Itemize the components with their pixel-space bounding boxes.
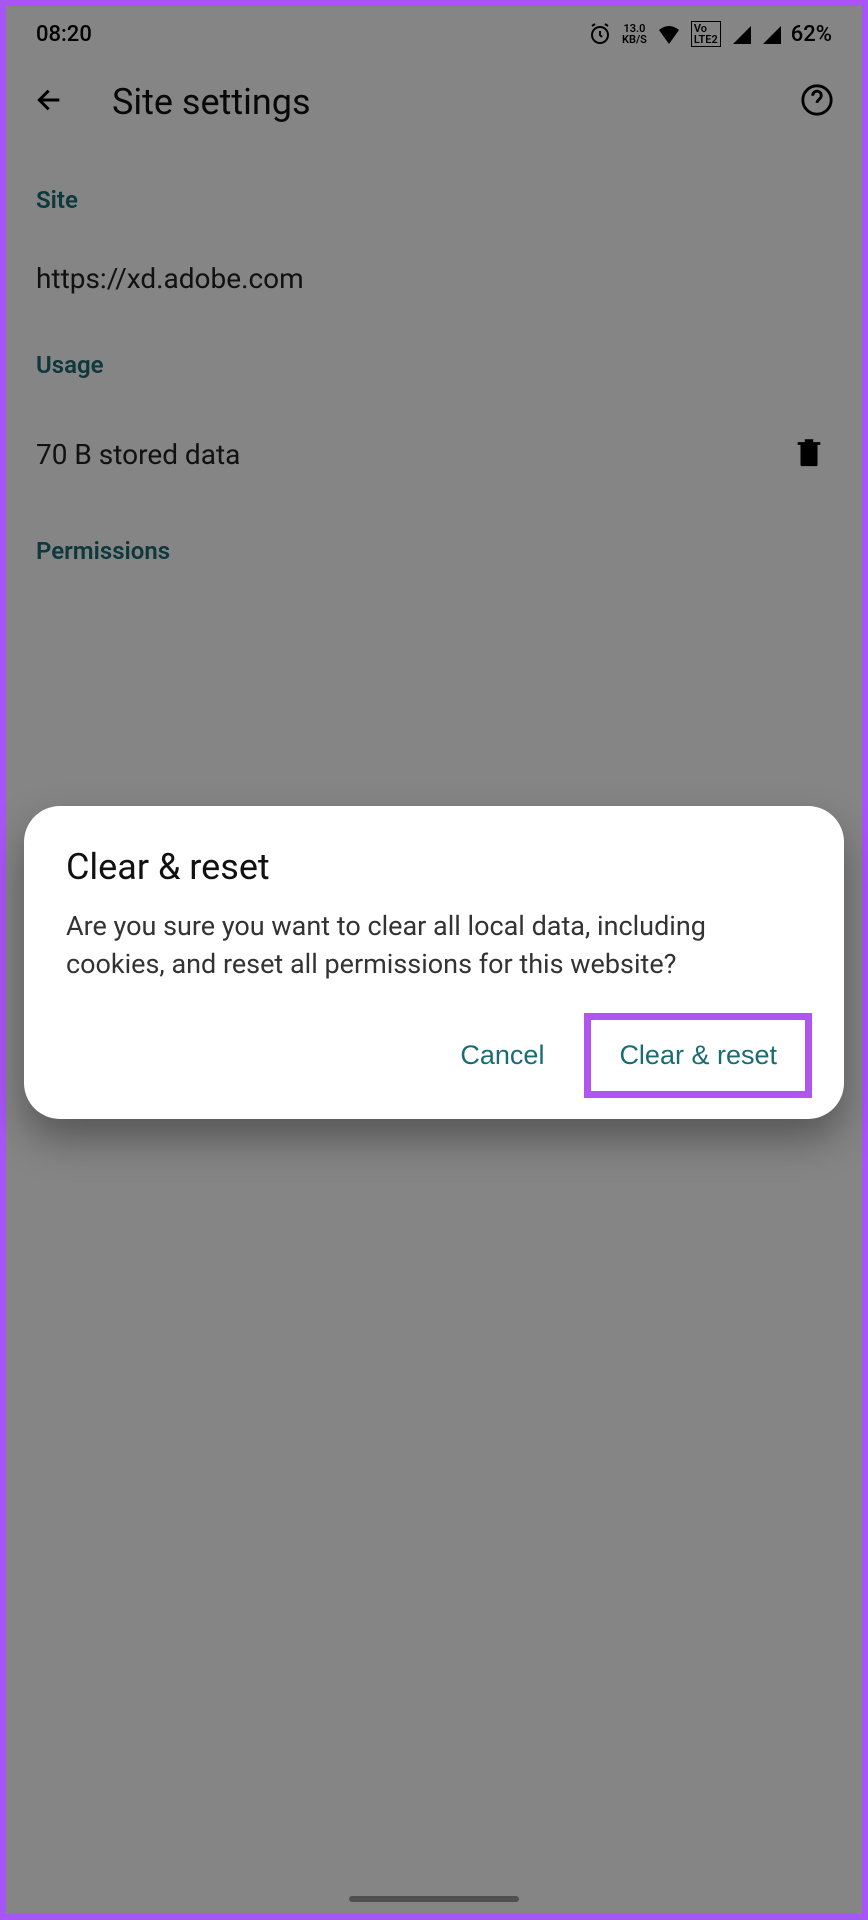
confirm-highlight: Clear & reset — [584, 1013, 812, 1098]
dialog-body: Are you sure you want to clear all local… — [66, 908, 802, 984]
clear-reset-dialog: Clear & reset Are you sure you want to c… — [24, 806, 844, 1119]
clear-reset-button[interactable]: Clear & reset — [601, 1026, 795, 1085]
dialog-title: Clear & reset — [66, 846, 802, 888]
modal-overlay[interactable]: Clear & reset Are you sure you want to c… — [6, 6, 862, 1914]
dialog-actions: Cancel Clear & reset — [66, 1020, 802, 1091]
cancel-button[interactable]: Cancel — [442, 1026, 562, 1085]
